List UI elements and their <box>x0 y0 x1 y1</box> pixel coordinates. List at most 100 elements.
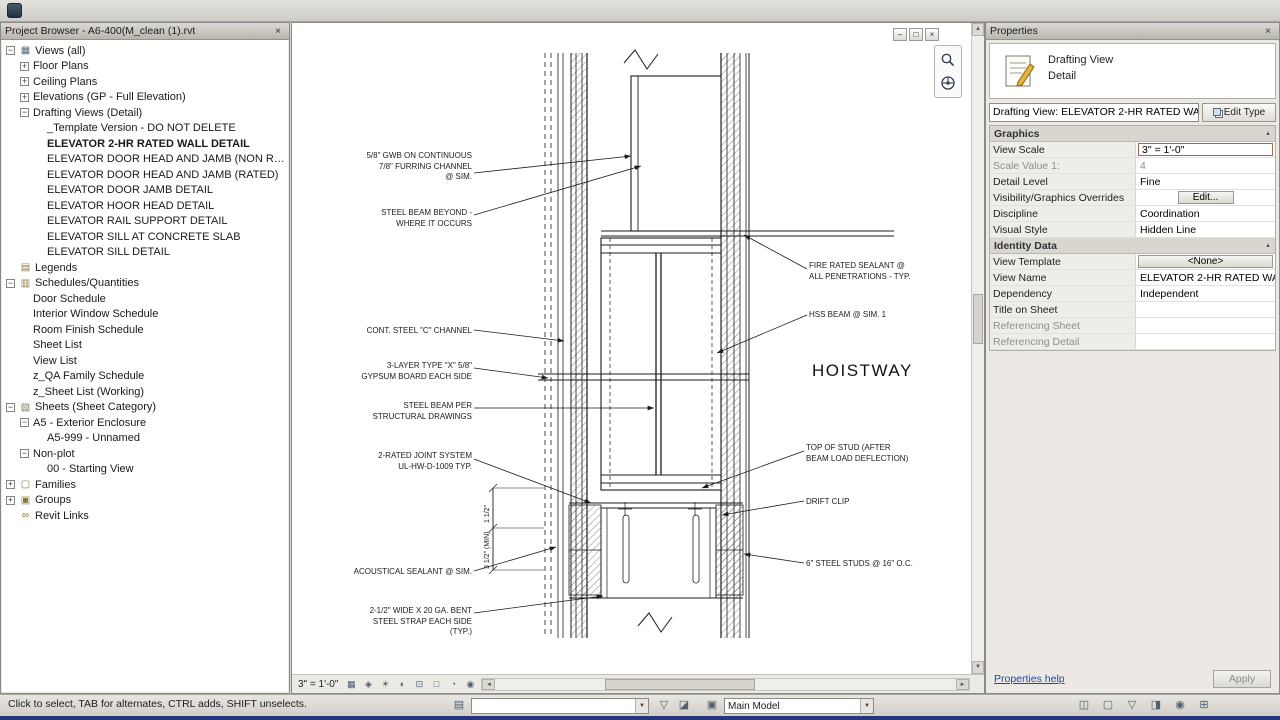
scroll-up-icon[interactable]: ▲ <box>972 23 984 36</box>
tree-item[interactable]: ELEVATOR RAIL SUPPORT DETAIL <box>2 214 288 230</box>
chevron-down-icon[interactable]: ▼ <box>635 699 648 713</box>
tree-item[interactable]: −A5 - Exterior Enclosure <box>2 415 288 431</box>
vertical-scrollbar[interactable]: ▲ ▼ <box>971 23 984 674</box>
expand-icon[interactable]: + <box>6 496 15 505</box>
restore-icon[interactable]: □ <box>909 28 923 41</box>
property-value-cell[interactable]: 4 <box>1136 158 1275 173</box>
horizontal-scroll-thumb[interactable] <box>605 679 755 690</box>
property-value-cell[interactable]: Edit... <box>1136 190 1275 205</box>
tree-item[interactable]: View List <box>2 353 288 369</box>
tree-item[interactable]: A5-999 - Unnamed <box>2 431 288 447</box>
visual-style-icon[interactable]: ◈ <box>360 677 376 692</box>
collapse-icon[interactable]: − <box>6 279 15 288</box>
type-selector[interactable]: Drafting View Detail <box>989 43 1276 99</box>
tree-item[interactable]: z_Sheet List (Working) <box>2 384 288 400</box>
edit-overrides-button[interactable]: Edit... <box>1178 191 1234 204</box>
property-value-cell[interactable]: Coordination <box>1136 206 1275 221</box>
sun-path-icon[interactable]: ☀ <box>377 677 393 692</box>
property-value-text[interactable]: Hidden Line <box>1138 224 1196 236</box>
tree-item[interactable]: Door Schedule <box>2 291 288 307</box>
tree-item[interactable]: +Floor Plans <box>2 59 288 75</box>
view-scale-value[interactable]: 3" = 1'-0" <box>1138 143 1273 156</box>
workset-filter-icon[interactable]: ▽ <box>655 698 673 714</box>
value-button[interactable]: <None> <box>1138 255 1273 268</box>
edit-type-button[interactable]: Edit Type <box>1202 103 1276 122</box>
view-scale-button[interactable]: 3" = 1'-0" <box>294 679 342 690</box>
close-icon[interactable]: × <box>1261 26 1275 37</box>
selection-filter-icon[interactable]: ▽ <box>1123 698 1141 714</box>
collapse-icon[interactable]: − <box>6 403 15 412</box>
tree-item[interactable]: ELEVATOR DOOR HEAD AND JAMB (NON RATED) <box>2 152 288 168</box>
tree-item[interactable]: +▣Groups <box>2 493 288 509</box>
worksets-icon[interactable]: ▤ <box>450 698 468 714</box>
expand-icon[interactable]: + <box>20 62 29 71</box>
crop-view-icon[interactable]: ⊡ <box>411 677 427 692</box>
apply-button[interactable]: Apply <box>1213 670 1271 688</box>
tree-item[interactable]: +▢Families <box>2 477 288 493</box>
property-value-text[interactable]: ELEVATOR 2-HR RATED WA... <box>1138 272 1275 284</box>
property-value-cell[interactable] <box>1136 334 1275 349</box>
scroll-down-icon[interactable]: ▼ <box>972 661 984 674</box>
tree-item[interactable]: ▤Legends <box>2 260 288 276</box>
property-value-cell[interactable]: ELEVATOR 2-HR RATED WA... <box>1136 270 1275 285</box>
tree-item[interactable]: −Drafting Views (Detail) <box>2 105 288 121</box>
shadows-icon[interactable]: ◐ <box>394 677 410 692</box>
type-selector-dropdown[interactable]: Drafting View: ELEVATOR 2-HR RATED WA ▼ <box>989 103 1199 122</box>
detail-level-icon[interactable]: ▦ <box>343 677 359 692</box>
show-crop-region-icon[interactable]: □ <box>428 677 444 692</box>
tree-item[interactable]: ELEVATOR HOOR HEAD DETAIL <box>2 198 288 214</box>
property-value-cell[interactable]: 3" = 1'-0" <box>1136 142 1275 157</box>
tree-item[interactable]: 00 - Starting View <box>2 462 288 478</box>
vertical-scroll-thumb[interactable] <box>973 294 983 344</box>
scroll-right-icon[interactable]: ► <box>956 679 969 690</box>
tree-item[interactable]: Interior Window Schedule <box>2 307 288 323</box>
steering-wheel-button[interactable] <box>937 72 959 94</box>
tree-item[interactable]: ELEVATOR DOOR HEAD AND JAMB (RATED) <box>2 167 288 183</box>
select-links-icon[interactable]: ◨ <box>1147 698 1165 714</box>
vertical-scroll-track[interactable] <box>972 36 984 661</box>
property-value-text[interactable]: Fine <box>1138 176 1160 188</box>
horizontal-scroll-track[interactable] <box>495 679 956 690</box>
design-options-dropdown[interactable]: Main Model ▼ <box>724 698 874 714</box>
active-workset-dropdown[interactable]: ▼ <box>471 698 649 714</box>
tree-item[interactable]: z_QA Family Schedule <box>2 369 288 385</box>
property-value-cell[interactable]: <None> <box>1136 254 1275 269</box>
properties-help-link[interactable]: Properties help <box>994 673 1065 685</box>
reveal-hidden-elements-icon[interactable]: ◉ <box>462 677 478 692</box>
tree-item[interactable]: Sheet List <box>2 338 288 354</box>
collapse-icon[interactable]: ▲ <box>1265 131 1271 137</box>
tree-item[interactable]: −▧Sheets (Sheet Category) <box>2 400 288 416</box>
tree-item[interactable]: −▦Views (all) <box>2 43 288 59</box>
property-value-cell[interactable] <box>1136 302 1275 317</box>
tree-item[interactable]: ELEVATOR SILL DETAIL <box>2 245 288 261</box>
tree-item[interactable]: ELEVATOR SILL AT CONCRETE SLAB <box>2 229 288 245</box>
expand-icon[interactable]: + <box>6 480 15 489</box>
property-value-cell[interactable]: Hidden Line <box>1136 222 1275 237</box>
detail-drawing[interactable]: 1 1/2" 3 1/2" (MIN) <box>292 23 973 676</box>
app-icon[interactable] <box>7 3 22 18</box>
expand-icon[interactable]: + <box>20 93 29 102</box>
close-icon[interactable]: × <box>271 26 285 37</box>
tree-item[interactable]: Room Finish Schedule <box>2 322 288 338</box>
horizontal-scrollbar[interactable]: ◄ ► <box>481 678 970 691</box>
property-value-cell[interactable]: Independent <box>1136 286 1275 301</box>
tree-item[interactable]: ∞Revit Links <box>2 508 288 524</box>
collapse-icon[interactable]: − <box>20 418 29 427</box>
tree-item[interactable]: +Ceiling Plans <box>2 74 288 90</box>
property-section-header[interactable]: Identity Data▲ <box>990 238 1275 254</box>
design-options-exclude-icon[interactable]: ◫ <box>1075 698 1093 714</box>
temporary-hide-isolate-icon[interactable]: ◔ <box>445 677 461 692</box>
tree-item[interactable]: +Elevations (GP - Full Elevation) <box>2 90 288 106</box>
property-value-cell[interactable] <box>1136 318 1275 333</box>
collapse-icon[interactable]: − <box>20 108 29 117</box>
drag-elements-icon[interactable]: ⊞ <box>1195 698 1213 714</box>
editable-only-icon[interactable]: ◪ <box>675 698 693 714</box>
collapse-icon[interactable]: ▲ <box>1265 243 1271 249</box>
tree-item[interactable]: ELEVATOR 2-HR RATED WALL DETAIL <box>2 136 288 152</box>
tree-item[interactable]: −Non-plot <box>2 446 288 462</box>
collapse-icon[interactable]: − <box>6 46 15 55</box>
tree-item[interactable]: −▥Schedules/Quantities <box>2 276 288 292</box>
zoom-button[interactable] <box>937 49 959 71</box>
property-value-text[interactable]: Coordination <box>1138 208 1200 220</box>
chevron-down-icon[interactable]: ▼ <box>860 699 873 713</box>
